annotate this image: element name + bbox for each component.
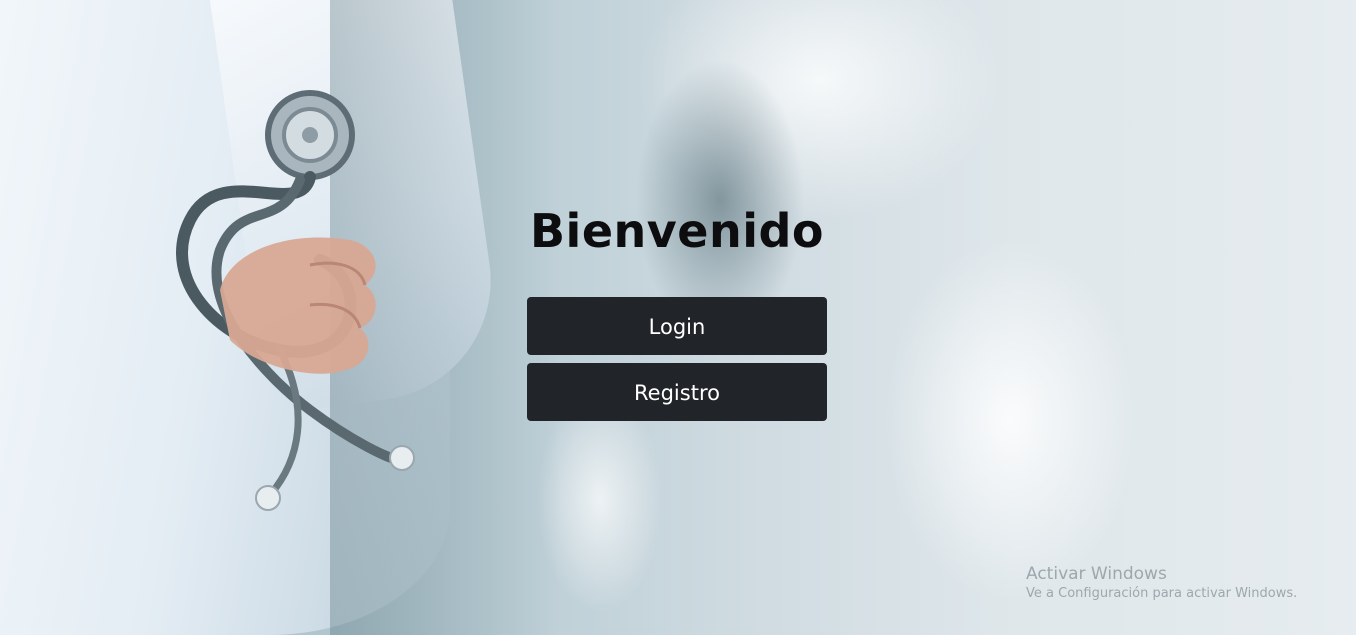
page-title: Bienvenido (529, 204, 824, 258)
watermark-subtitle: Ve a Configuración para activar Windows. (1026, 586, 1298, 601)
login-button[interactable]: Login (527, 297, 827, 355)
register-button[interactable]: Registro (527, 363, 827, 421)
watermark-title: Activar Windows (1026, 564, 1167, 584)
welcome-panel: Bienvenido Login Registro (527, 200, 827, 421)
windows-activation-watermark: Activar Windows Ve a Configuración para … (1026, 563, 1297, 603)
stethoscope-icon (176, 90, 415, 511)
